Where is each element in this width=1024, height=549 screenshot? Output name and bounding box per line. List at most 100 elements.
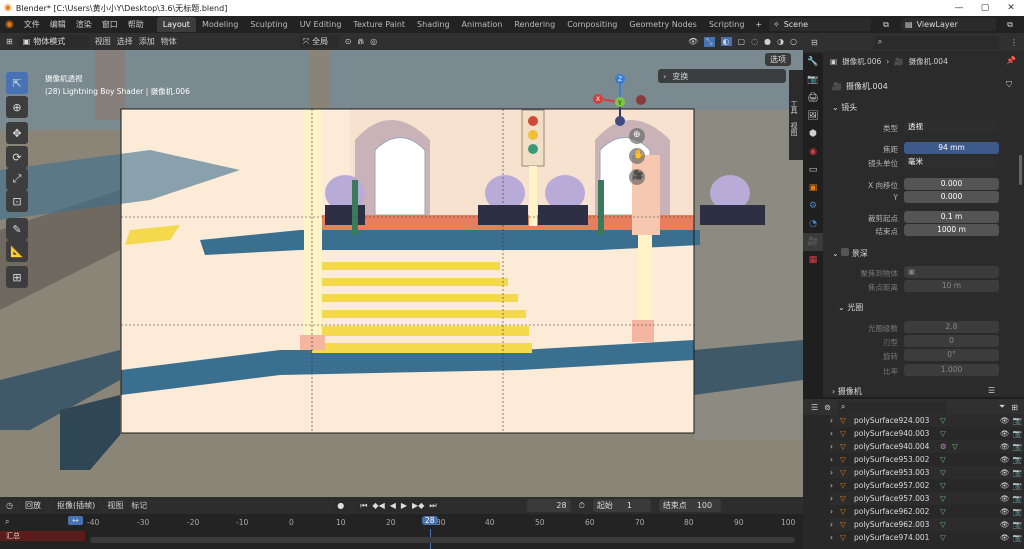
visibility-eye-icon[interactable]: 👁 (1000, 507, 1010, 516)
render-camera-icon[interactable]: 📷 (1013, 416, 1022, 425)
clock-icon[interactable]: ⏱ (579, 501, 585, 511)
menu-view[interactable]: 视图 (95, 36, 111, 47)
properties-options-icon[interactable]: ⋮ (1010, 38, 1018, 47)
expand-arrow-icon[interactable]: › (830, 416, 840, 425)
summary-channel[interactable]: 汇总 (0, 531, 85, 541)
render-camera-icon[interactable]: 📷 (1013, 520, 1022, 529)
editor-type-icon[interactable]: ⊞ (6, 37, 13, 46)
blender-menu-icon[interactable]: ◉ (0, 19, 19, 30)
outliner-row[interactable]: › ▽ polySurface940.004 ⚙ ▽ 👁 📷 (830, 440, 1024, 453)
minimize-button[interactable]: — (946, 3, 972, 13)
outliner-row[interactable]: › ▽ polySurface940.003 ▽ 👁 📷 (830, 427, 1024, 440)
zoom-icon[interactable]: ⊕ (633, 130, 641, 140)
workspace-tab-sculpting[interactable]: Sculpting (244, 17, 293, 32)
visibility-eye-icon[interactable]: 👁 (1000, 455, 1010, 464)
clip-end-field[interactable]: 1000 m (904, 224, 999, 236)
rotation-field[interactable]: 0° (904, 349, 999, 361)
proportional-edit-icon[interactable]: ◎ (370, 37, 377, 46)
playback-menu[interactable]: 回放 (20, 499, 45, 512)
focus-distance-field[interactable]: 10 m (904, 280, 999, 292)
camera-view-icon[interactable]: 🎥 (632, 171, 643, 181)
xray-icon[interactable]: ▢ (738, 37, 746, 46)
next-keyframe-icon[interactable]: ▶◆ (412, 501, 424, 510)
jump-end-icon[interactable]: ⏭ (429, 501, 436, 511)
workspace-tab-geometry-nodes[interactable]: Geometry Nodes (623, 17, 702, 32)
expand-arrow-icon[interactable]: › (830, 507, 840, 516)
record-button[interactable]: ● (333, 499, 349, 512)
fake-user-shield-icon[interactable]: ⛉ (1006, 80, 1012, 90)
workspace-tab-shading[interactable]: Shading (411, 17, 456, 32)
workspace-tab-layout[interactable]: Layout (156, 17, 196, 32)
filter-icon[interactable]: ⏷ (999, 402, 1005, 412)
move-tool-button[interactable]: ✥ (6, 122, 28, 144)
properties-search-field[interactable]: ⌕ (873, 35, 999, 49)
rotate-tool-button[interactable]: ⟳ (6, 146, 28, 168)
render-camera-icon[interactable]: 📷 (1013, 494, 1022, 503)
workspace-tab-modeling[interactable]: Modeling (196, 17, 244, 32)
expand-arrow-icon[interactable]: › (830, 455, 840, 464)
menu-help[interactable]: 帮助 (123, 19, 149, 30)
expand-arrow-icon[interactable]: › (830, 429, 840, 438)
outliner-row[interactable]: › ▽ polySurface957.003 ▽ 👁 📷 (830, 492, 1024, 505)
render-tab-icon[interactable]: 📷 (803, 71, 823, 89)
outliner-row[interactable]: › ▽ polySurface953.002 ▽ 👁 📷 (830, 453, 1024, 466)
measure-tool-button[interactable]: 📐 (6, 240, 28, 262)
focus-object-field[interactable]: ▣ (904, 266, 999, 278)
start-frame-field[interactable]: 起始 1 (592, 499, 651, 512)
aperture-section-header[interactable]: ⌄ 光圈 (838, 302, 863, 313)
output-tab-icon[interactable]: 🖨 (803, 89, 823, 107)
select-tool-button[interactable]: ⇱ (6, 72, 28, 94)
menu-add[interactable]: 添加 (139, 36, 155, 47)
visibility-eye-icon[interactable]: 👁 (1000, 468, 1010, 477)
overlay-icon[interactable]: ◐ (720, 37, 732, 46)
menu-object[interactable]: 物体 (161, 36, 177, 47)
pan-hand-icon[interactable]: ✋ (633, 150, 644, 160)
dof-section-header[interactable]: ⌄ 景深 (832, 248, 868, 259)
new-collection-icon[interactable]: ⊞ (1011, 403, 1018, 412)
wireframe-shading-icon[interactable]: ◌ (751, 37, 758, 46)
menu-select[interactable]: 选择 (117, 36, 133, 47)
scene-new-icon[interactable]: ⧉ (871, 20, 901, 30)
expand-arrow-icon[interactable]: › (830, 442, 840, 451)
cursor-tool-button[interactable]: ⊕ (6, 96, 28, 118)
3d-viewport[interactable]: X Y Z ⊕ ✋ 🎥 摄像机透视 (28) Lightning Boy Sha… (0, 50, 803, 497)
visibility-eye-icon[interactable]: 👁 (1000, 442, 1010, 451)
playback-controls[interactable]: ⏮ ◆◀ ◀ ▶ ▶◆ ⏭ (356, 499, 441, 512)
playhead[interactable]: 28 (422, 516, 438, 525)
shift-y-field[interactable]: 0.000 (904, 191, 999, 203)
tool-tab-icon[interactable]: 🔧 (803, 53, 823, 71)
view-layer-new-icon[interactable]: ⧉ (996, 20, 1024, 30)
menu-edit[interactable]: 编辑 (45, 19, 71, 30)
play-icon[interactable]: ▶ (401, 501, 407, 510)
timeline-editor-icon[interactable]: ◷ (6, 501, 13, 510)
snap-icon[interactable]: ⋒ (357, 37, 364, 46)
visibility-eye-icon[interactable]: 👁 (1000, 520, 1010, 529)
end-frame-field[interactable]: 结束点 100 (658, 499, 721, 512)
render-camera-icon[interactable]: 📷 (1013, 533, 1022, 542)
gizmo-y-label[interactable]: Y (618, 100, 622, 107)
visibility-icon[interactable]: 👁 (688, 37, 698, 46)
render-camera-icon[interactable]: 📷 (1013, 455, 1022, 464)
visibility-eye-icon[interactable]: 👁 (1000, 429, 1010, 438)
sidebar-tab-tool[interactable]: 工具 (789, 70, 799, 114)
expand-arrow-icon[interactable]: › (830, 481, 840, 490)
workspace-tab-uv-editing[interactable]: UV Editing (294, 17, 348, 32)
options-dropdown[interactable]: 选项 (765, 53, 791, 66)
scale-tool-button[interactable]: ⤢ (6, 168, 28, 190)
render-camera-icon[interactable]: 📷 (1013, 481, 1022, 490)
expand-arrow-icon[interactable]: › (830, 468, 840, 477)
render-camera-icon[interactable]: 📷 (1013, 507, 1022, 516)
render-camera-icon[interactable]: 📷 (1013, 468, 1022, 477)
marker-menu[interactable]: 标记 (131, 500, 147, 511)
visibility-eye-icon[interactable]: 👁 (1000, 416, 1010, 425)
sidebar-tab-view[interactable]: 视图 (789, 114, 799, 136)
menu-render[interactable]: 渲染 (71, 19, 97, 30)
fstop-field[interactable]: 2.8 (904, 321, 999, 333)
add-cube-tool-button[interactable]: ⊞ (6, 266, 28, 288)
camera-section-header[interactable]: › 摄像机 (832, 386, 862, 397)
view-menu[interactable]: 视图 (107, 500, 123, 511)
timeline-scrollbar[interactable] (90, 537, 795, 543)
dof-enable-checkbox[interactable] (841, 248, 850, 256)
timeline-sync-icon[interactable]: ↔ (68, 516, 83, 525)
solid-shading-icon[interactable]: ● (764, 37, 771, 46)
